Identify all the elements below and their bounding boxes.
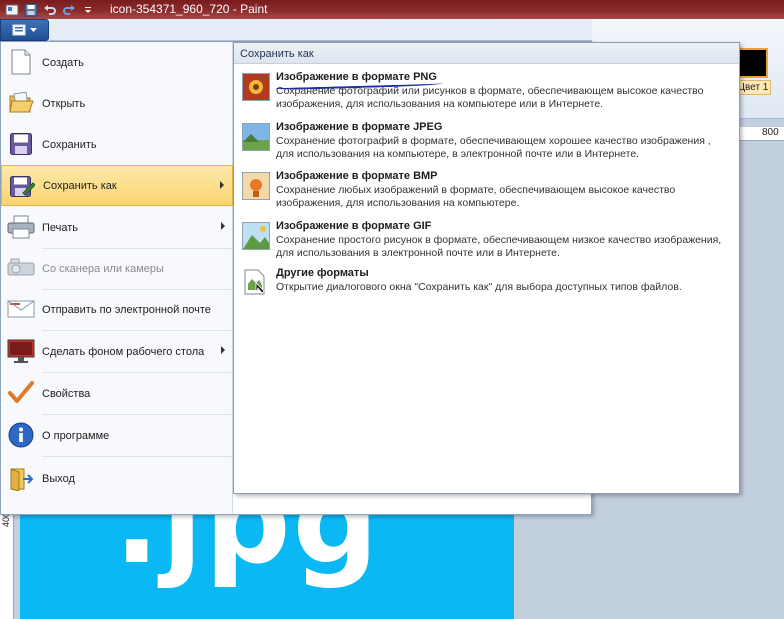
submenu-item-description: Сохранение фотографий или рисунков в фор… (276, 85, 704, 110)
menu-item-new[interactable]: Создать (1, 42, 233, 83)
menu-item-label: Печать (42, 221, 79, 234)
bmp-image-icon (242, 172, 270, 200)
submenu-item-description: Открытие диалогового окна "Сохранить как… (276, 281, 682, 293)
menu-item-label: Отправить по электронной почте (42, 303, 211, 316)
menu-item-label: Открыть (42, 97, 86, 110)
save-as-icon (8, 172, 36, 200)
menu-item-save[interactable]: Сохранить (1, 124, 233, 165)
menu-item-save-as[interactable]: Сохранить как (1, 165, 233, 206)
submenu-item-title: Другие форматы (276, 267, 369, 279)
menu-item-label: Сделать фоном рабочего стола (42, 345, 205, 358)
submenu-item-description: Сохранение простого рисунок в формате, о… (276, 234, 722, 259)
png-image-icon (242, 73, 270, 101)
menu-item-email[interactable]: Отправить по электронной почте (1, 289, 233, 330)
submenu-item-title: Изображение в формате JPEG (276, 121, 443, 133)
submenu-arrow-icon (221, 222, 225, 230)
image-canvas[interactable]: .jpg (20, 505, 514, 619)
gif-image-icon (242, 222, 270, 250)
submenu-item-jpeg[interactable]: Изображение в формате JPEG Сохранение фо… (234, 121, 739, 165)
ribbon-tab-strip (49, 19, 592, 41)
chevron-down-icon (30, 27, 37, 32)
new-document-icon (7, 48, 35, 76)
customize-qat-icon[interactable] (80, 2, 95, 17)
menu-item-label: Выход (42, 472, 75, 485)
vertical-ruler: 400 (0, 505, 14, 619)
app-menu-icon (12, 24, 26, 36)
submenu-arrow-icon (221, 346, 225, 354)
canvas-image-text: .jpg (114, 505, 381, 591)
menu-item-label: Сохранить как (43, 179, 117, 192)
submenu-item-gif[interactable]: Изображение в формате GIF Сохранение про… (234, 220, 739, 264)
menu-item-label: Свойства (42, 387, 91, 400)
open-folder-icon (7, 89, 35, 117)
menu-item-about[interactable]: О программе (1, 415, 233, 456)
app-menu-commands: Создать Открыть Сохранить Сохранить как (1, 42, 233, 514)
application-menu-button[interactable] (0, 19, 49, 41)
desktop-background-icon (7, 337, 35, 365)
submenu-item-png[interactable]: Изображение в формате PNG Сохранение фот… (234, 71, 739, 115)
undo-icon[interactable] (42, 2, 57, 17)
save-as-submenu: Сохранить как Изображение в формате PNG … (233, 42, 740, 494)
window-title: icon-354371_960_720 - Paint (110, 2, 268, 16)
other-formats-icon (242, 269, 270, 297)
menu-item-label: Сохранить (42, 138, 97, 151)
properties-check-icon (7, 379, 35, 407)
color-1-label[interactable]: Цвет 1 (735, 80, 771, 95)
horizontal-ruler: 800 (740, 127, 784, 141)
submenu-item-title: Изображение в формате GIF (276, 220, 432, 232)
info-icon (7, 421, 35, 449)
submenu-item-title: Изображение в формате PNG (276, 71, 437, 83)
menu-item-label: Со сканера или камеры (42, 262, 164, 275)
submenu-item-bmp[interactable]: Изображение в формате BMP Сохранение люб… (234, 170, 739, 214)
menu-item-properties[interactable]: Свойства (1, 373, 233, 414)
save-disk-icon (7, 130, 35, 158)
menu-item-label: Создать (42, 56, 84, 69)
scanner-icon (7, 254, 35, 282)
jpeg-image-icon (242, 123, 270, 151)
quick-access-toolbar (4, 1, 95, 18)
submenu-item-description: Сохранение фотографий в формате, обеспеч… (276, 135, 711, 160)
redo-icon[interactable] (61, 2, 76, 17)
menu-divider (42, 456, 232, 457)
menu-item-desktop-background[interactable]: Сделать фоном рабочего стола (1, 331, 233, 372)
title-bar: icon-354371_960_720 - Paint (0, 0, 784, 19)
email-icon (7, 295, 35, 323)
printer-icon (7, 213, 35, 241)
submenu-arrow-icon (220, 181, 224, 189)
menu-item-open[interactable]: Открыть (1, 83, 233, 124)
submenu-header: Сохранить как (234, 43, 739, 64)
submenu-item-title: Изображение в формате BMP (276, 170, 438, 182)
menu-item-scanner: Со сканера или камеры (1, 248, 233, 289)
menu-item-print[interactable]: Печать (1, 207, 233, 248)
paint-app-icon[interactable] (4, 2, 19, 17)
menu-item-exit[interactable]: Выход (1, 458, 233, 499)
menu-item-label: О программе (42, 429, 110, 442)
exit-icon (7, 464, 35, 492)
submenu-item-description: Сохранение любых изображений в формате, … (276, 184, 676, 209)
submenu-item-other-formats[interactable]: Другие форматы Открытие диалогового окна… (234, 267, 739, 299)
color-1-swatch[interactable] (737, 48, 768, 78)
ruler-mark: 800 (762, 127, 779, 138)
save-icon[interactable] (23, 2, 38, 17)
